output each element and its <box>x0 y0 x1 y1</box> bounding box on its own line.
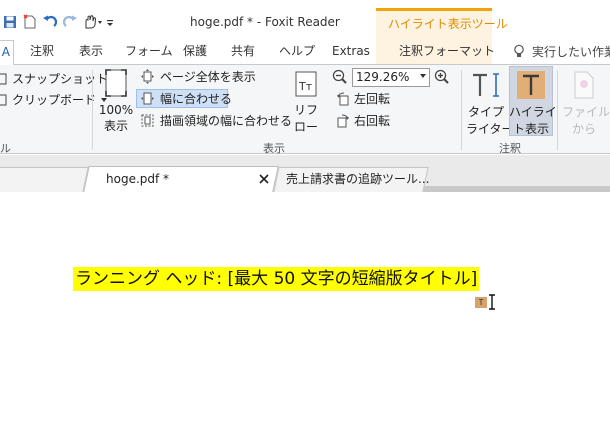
ribbon-separator <box>92 70 93 150</box>
reflow-button[interactable]: Tт リフ ロー <box>292 70 320 135</box>
window-title: hoge.pdf * - Foxit Reader <box>190 15 340 29</box>
tab-annotation-format[interactable]: 注釈フォーマット <box>399 40 495 62</box>
chevron-down-icon[interactable] <box>420 74 426 78</box>
ribbon-separator <box>557 70 558 150</box>
fit-width-icon <box>141 92 154 105</box>
hand-tool-icon[interactable] <box>80 12 104 32</box>
tab-view[interactable]: 表示 <box>79 40 103 62</box>
close-tab-icon[interactable] <box>259 174 269 187</box>
file-attachment-button[interactable]: ファイル から <box>562 70 610 137</box>
tell-me-box[interactable]: 実行したい作業 <box>512 40 610 62</box>
zoom-in-icon[interactable] <box>434 69 450 88</box>
tab-help[interactable]: ヘルプ <box>279 40 315 62</box>
tab-share[interactable]: 共有 <box>231 40 255 62</box>
rotate-right-button[interactable]: 右回転 <box>336 112 390 129</box>
tab-extras[interactable]: Extras <box>332 40 370 62</box>
fit-visible-icon <box>141 114 154 127</box>
context-group-label: ハイライト表示ツール <box>388 17 508 31</box>
rotate-left-icon <box>337 92 349 105</box>
highlighted-text[interactable]: ランニング ヘッド: [最大 50 文字の短縮版タイトル] <box>73 267 480 291</box>
ribbon-separator <box>461 70 462 150</box>
typewriter-button[interactable]: タイプ ライター <box>466 70 514 137</box>
zoom-out-icon[interactable] <box>332 69 348 88</box>
zoom-level-select[interactable]: 129.26% <box>352 68 430 87</box>
document-tab-sales-invoice-label: 売上請求書の追跡ツール... <box>286 172 430 186</box>
fit-page-button[interactable]: ページ全体を表示 <box>140 68 256 85</box>
highlight-cursor-badge: T <box>475 297 487 308</box>
ibeam-cursor-icon <box>488 294 496 313</box>
lightbulb-icon <box>514 44 524 57</box>
tab-protect[interactable]: 保護 <box>183 40 207 62</box>
file-attachment-icon <box>574 71 594 99</box>
customize-qat-icon[interactable] <box>104 12 116 32</box>
new-document-icon[interactable] <box>20 12 40 32</box>
group-label-tools: ル <box>0 142 11 155</box>
redo-icon[interactable] <box>60 12 80 32</box>
actual-size-icon <box>105 69 127 97</box>
quick-access-toolbar <box>0 10 116 34</box>
highlight-text-icon <box>517 71 545 99</box>
document-page[interactable] <box>0 198 610 440</box>
tell-me-label: 実行したい作業 <box>532 44 610 59</box>
group-label-view: 表示 <box>263 142 285 155</box>
clipboard-icon <box>0 94 7 105</box>
svg-text:Tт: Tт <box>298 80 313 93</box>
tab-form[interactable]: フォーム <box>125 40 173 62</box>
tab-comment[interactable]: 注釈 <box>30 40 54 62</box>
snapshot-icon <box>0 73 7 84</box>
typewriter-icon <box>473 73 499 97</box>
tab-home[interactable]: A <box>0 40 14 65</box>
fit-visible-button[interactable]: 描画領域の幅に合わせる <box>140 112 292 129</box>
group-label-annotation: 注釈 <box>499 142 521 155</box>
rotate-left-button[interactable]: 左回転 <box>336 90 390 107</box>
highlight-text-button[interactable]: ハイライ ト表示 <box>509 70 557 137</box>
save-icon[interactable] <box>0 12 20 32</box>
fit-page-icon <box>141 69 154 84</box>
undo-icon[interactable] <box>40 12 60 32</box>
reflow-icon: Tт <box>295 71 317 97</box>
document-tab-active-label: hoge.pdf * <box>106 172 170 186</box>
actual-size-button[interactable]: 100% 表示 <box>98 68 134 134</box>
rotate-right-icon <box>337 114 349 127</box>
document-tab-previous[interactable] <box>0 167 89 192</box>
fit-width-button[interactable]: 幅に合わせる <box>140 90 232 107</box>
